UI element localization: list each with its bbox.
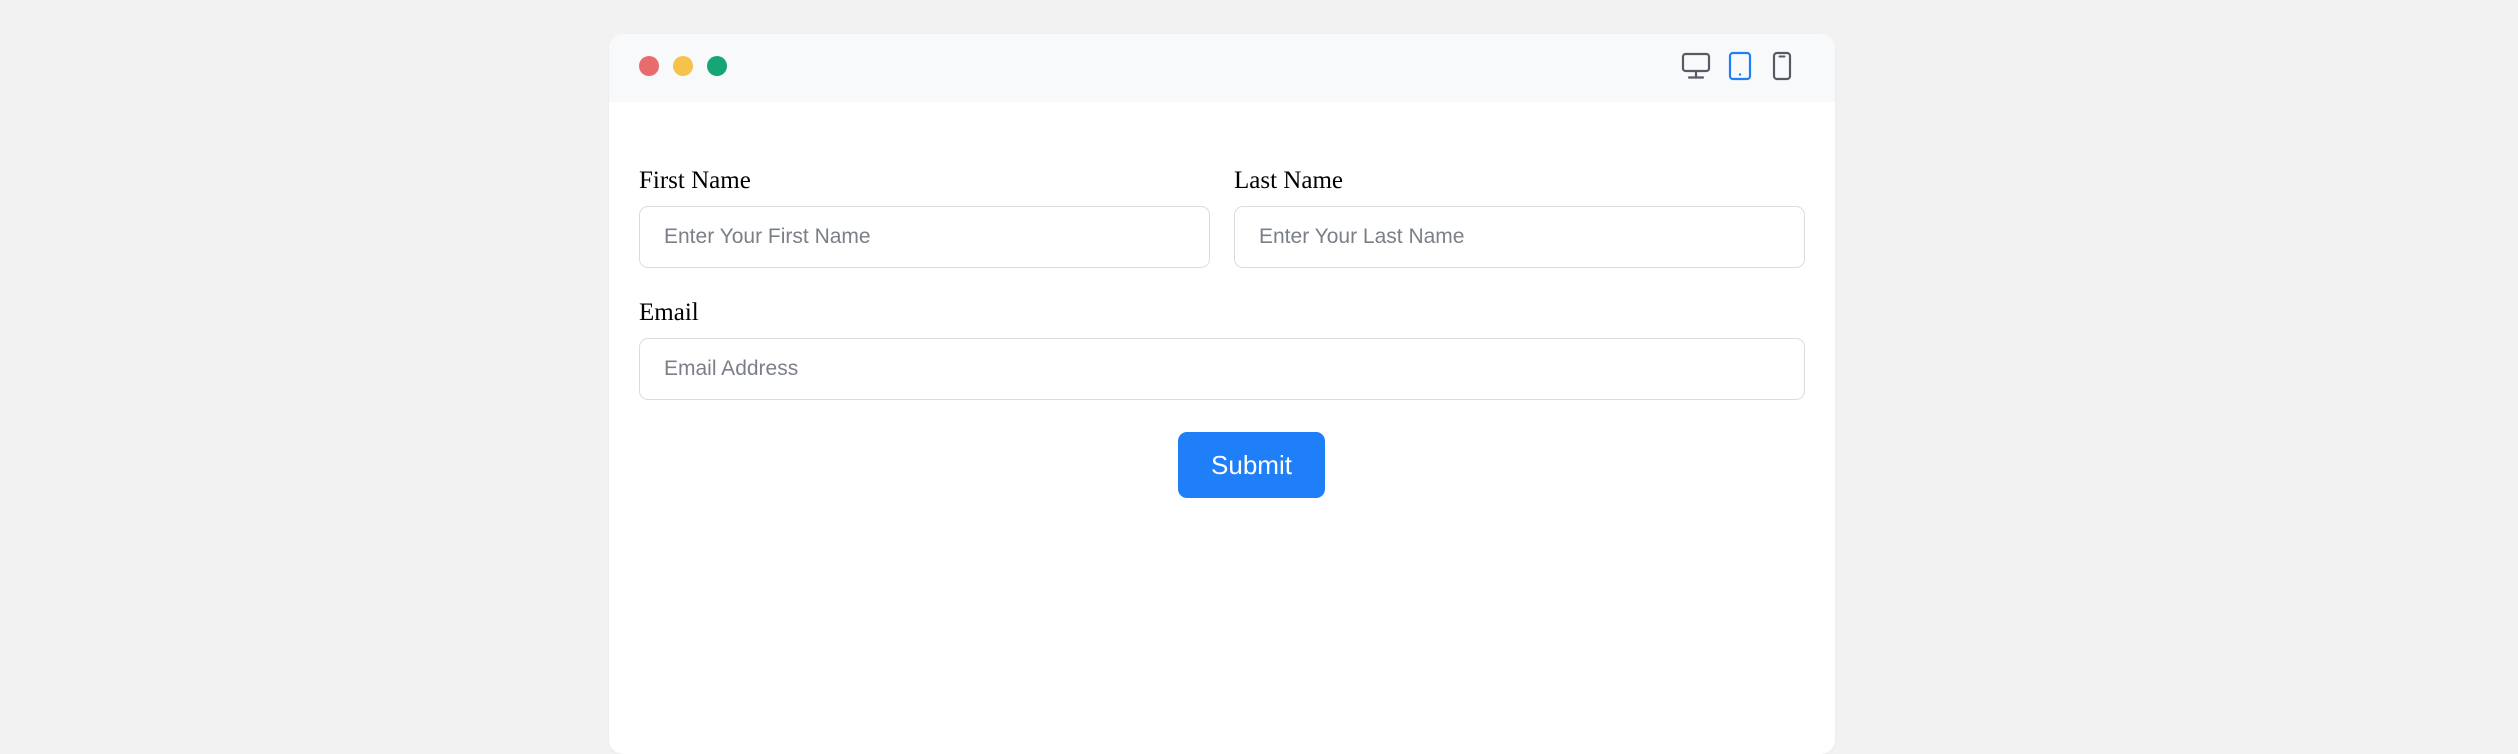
first-name-input[interactable] xyxy=(639,206,1210,268)
mobile-icon[interactable] xyxy=(1769,50,1795,82)
desktop-icon[interactable] xyxy=(1679,50,1713,82)
last-name-label: Last Name xyxy=(1234,167,1343,194)
submit-button[interactable]: Submit xyxy=(1178,432,1325,498)
tablet-icon[interactable] xyxy=(1726,50,1754,82)
email-label: Email xyxy=(639,299,699,326)
minimize-dot[interactable] xyxy=(673,56,693,76)
email-input[interactable] xyxy=(639,338,1805,400)
first-name-label: First Name xyxy=(639,167,751,194)
preview-window: First Name Last Name Email Submit xyxy=(609,34,1835,754)
close-dot[interactable] xyxy=(639,56,659,76)
last-name-input[interactable] xyxy=(1234,206,1805,268)
window-titlebar xyxy=(609,34,1835,102)
maximize-dot[interactable] xyxy=(707,56,727,76)
